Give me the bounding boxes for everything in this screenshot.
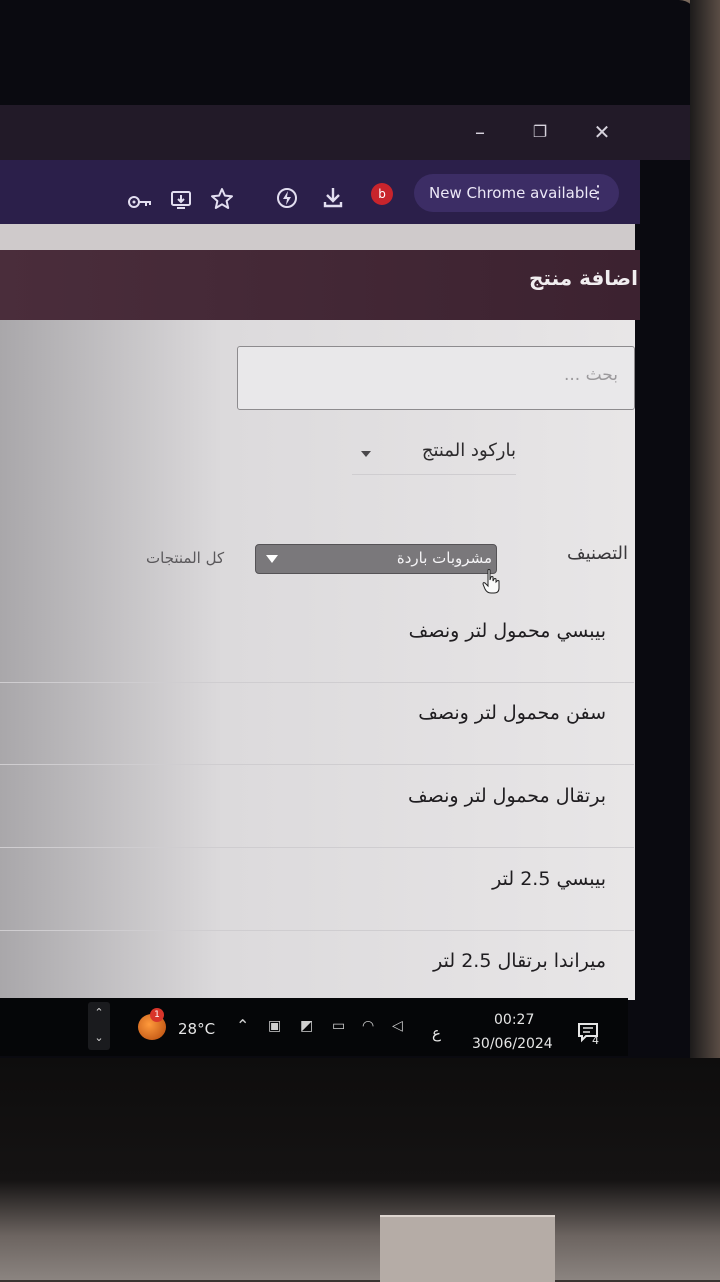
all-products-link[interactable]: كل المنتجات bbox=[146, 549, 224, 567]
close-button[interactable]: ✕ bbox=[587, 118, 617, 146]
volume-icon[interactable]: ◁ bbox=[392, 1018, 403, 1034]
notifications-count: 4 bbox=[592, 1034, 599, 1047]
clock-time[interactable]: 00:27 bbox=[494, 1012, 534, 1028]
chevron-up-icon[interactable]: ⌃ bbox=[236, 1016, 249, 1035]
search-input[interactable]: بحث ... bbox=[237, 346, 635, 410]
product-name: برتقال محمول لتر ونصف bbox=[407, 785, 606, 807]
page-title: اضافة منتج bbox=[528, 266, 638, 290]
product-name: بيبسي محمول لتر ونصف bbox=[408, 620, 606, 642]
meet-now-icon[interactable]: ▣ bbox=[268, 1018, 281, 1034]
chevron-down-icon[interactable]: ⌄ bbox=[88, 1031, 110, 1044]
download-icon[interactable] bbox=[318, 182, 348, 212]
category-selected-value: مشروبات باردة bbox=[396, 549, 492, 567]
temperature-text[interactable]: 28°C bbox=[178, 1020, 215, 1038]
language-indicator[interactable]: ع bbox=[432, 1024, 441, 1042]
product-name: سفن محمول لتر ونصف bbox=[418, 702, 606, 724]
barcode-label: باركود المنتج bbox=[421, 440, 516, 461]
search-placeholder: بحث ... bbox=[563, 365, 618, 385]
barcode-dropdown[interactable]: باركود المنتج bbox=[352, 430, 516, 475]
product-name: بيبسي 2.5 لتر bbox=[492, 868, 606, 890]
list-scroll-arrows[interactable]: ⌃ ⌄ bbox=[88, 1002, 110, 1050]
product-row[interactable]: بيبسي 2.5 لتر bbox=[0, 848, 634, 931]
update-label: New Chrome available bbox=[429, 184, 598, 202]
chevron-down-icon bbox=[266, 555, 278, 563]
product-row[interactable]: سفن محمول لتر ونصف bbox=[0, 682, 634, 765]
key-icon[interactable] bbox=[125, 187, 155, 217]
new-chrome-available-button[interactable]: New Chrome available ⋮ bbox=[414, 174, 619, 212]
product-row[interactable]: ميراندا برتقال 2.5 لتر bbox=[0, 930, 634, 998]
bookmark-star-icon[interactable] bbox=[207, 184, 237, 214]
minimize-button[interactable]: – bbox=[465, 118, 495, 146]
maximize-button[interactable]: ❐ bbox=[525, 118, 555, 146]
extension-icon[interactable] bbox=[272, 183, 302, 213]
clock-date[interactable]: 30/06/2024 bbox=[472, 1036, 553, 1052]
profile-avatar[interactable]: b bbox=[371, 183, 393, 205]
app-tray-icon[interactable]: ◩ bbox=[300, 1018, 313, 1034]
weather-badge: 1 bbox=[150, 1008, 164, 1022]
laptop-hinge bbox=[380, 1215, 555, 1282]
category-select[interactable]: مشروبات باردة bbox=[255, 544, 497, 574]
browser-menu-icon[interactable]: ⋮ bbox=[589, 174, 607, 212]
page-top-strip bbox=[0, 224, 635, 250]
laptop-bezel-bottom bbox=[0, 1058, 720, 1280]
install-app-icon[interactable] bbox=[167, 185, 197, 215]
battery-icon[interactable]: ▭ bbox=[332, 1018, 345, 1034]
product-name: ميراندا برتقال 2.5 لتر bbox=[433, 950, 606, 972]
wifi-icon[interactable]: ◠ bbox=[362, 1018, 374, 1034]
chevron-down-icon bbox=[361, 451, 371, 457]
product-row[interactable]: بيبسي محمول لتر ونصف bbox=[0, 600, 634, 683]
product-row[interactable]: برتقال محمول لتر ونصف bbox=[0, 765, 634, 848]
category-label: التصنيف bbox=[566, 543, 628, 564]
chevron-up-icon[interactable]: ⌃ bbox=[88, 1006, 110, 1019]
hand-cursor-icon bbox=[482, 569, 500, 594]
